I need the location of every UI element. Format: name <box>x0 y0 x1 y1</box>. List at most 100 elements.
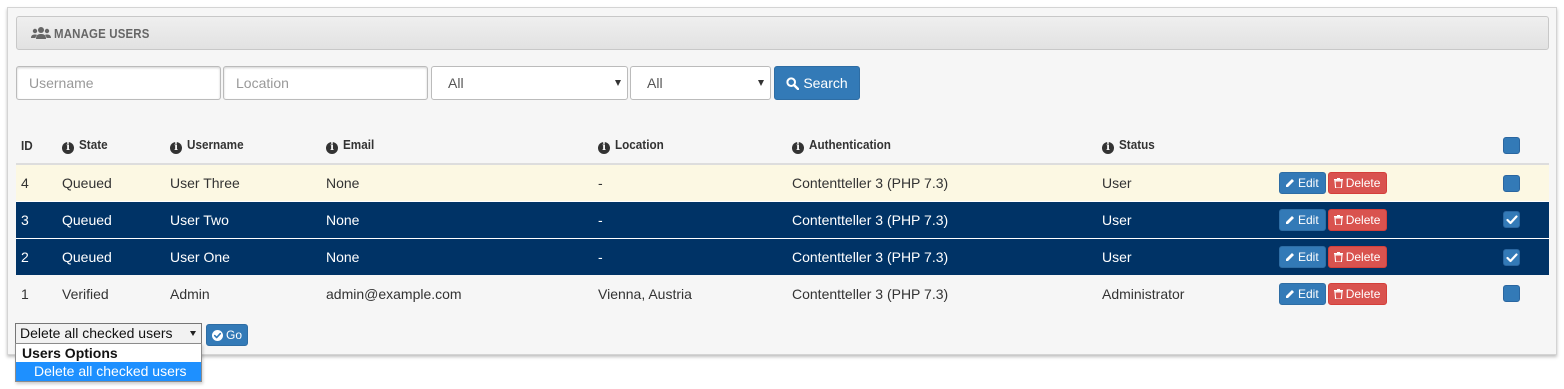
edit-button[interactable]: Edit <box>1279 208 1326 231</box>
delete-button[interactable]: Delete <box>1327 282 1388 305</box>
table-row[interactable]: 4 Queued User Three None - Contentteller… <box>16 164 1549 201</box>
table-row[interactable]: 1 Verified Admin admin@example.com Vienn… <box>16 275 1549 312</box>
table-row[interactable]: 2 Queued User One None - Contentteller 3… <box>16 237 1549 275</box>
cell-email: admin@example.com <box>321 275 593 312</box>
cell-location: - <box>593 237 787 275</box>
cell-location: - <box>593 164 787 201</box>
check-icon <box>1506 253 1518 262</box>
edit-button[interactable]: Edit <box>1279 282 1326 305</box>
info-icon: i <box>1102 141 1114 154</box>
bulk-action-dropdown: Users Options Delete all checked users <box>15 343 202 382</box>
column-header-status[interactable]: i Status <box>1097 127 1274 165</box>
cell-username: User Three <box>165 164 321 201</box>
edit-button[interactable]: Edit <box>1279 245 1326 268</box>
cell-actions: Edit Delete <box>1274 237 1498 275</box>
cell-select <box>1498 200 1549 238</box>
dropdown-option-delete[interactable]: Delete all checked users <box>16 362 201 381</box>
trash-icon <box>1333 251 1343 262</box>
delete-button[interactable]: Delete <box>1327 208 1388 231</box>
check-icon <box>1506 215 1518 225</box>
delete-button[interactable]: Delete <box>1327 171 1388 194</box>
go-button[interactable]: Go <box>206 324 248 346</box>
panel-heading: MANAGE USERS <box>16 16 1549 50</box>
location-input[interactable]: Location <box>223 66 428 100</box>
column-header-actions <box>1274 127 1498 165</box>
search-button[interactable]: Search <box>774 66 860 100</box>
users-table: ID i State i Username i Email i Location i Au… <box>16 127 1549 312</box>
cell-status: User <box>1097 164 1274 201</box>
dropdown-group-label: Users Options <box>22 345 118 361</box>
info-icon: i <box>326 141 338 154</box>
pencil-icon <box>1286 178 1294 187</box>
cell-email: None <box>321 164 593 201</box>
cell-select <box>1498 237 1549 275</box>
pencil-icon <box>1286 252 1294 261</box>
info-icon: i <box>170 141 182 154</box>
column-header-state[interactable]: i State <box>57 127 165 165</box>
delete-button[interactable]: Delete <box>1327 245 1388 268</box>
row-checkbox[interactable] <box>1503 285 1520 303</box>
select-all-checkbox[interactable] <box>1503 136 1520 154</box>
cell-username: Admin <box>165 275 321 312</box>
table-header-row: ID i State i Username i Email i Location i Au… <box>16 127 1549 165</box>
cell-actions: Edit Delete <box>1274 275 1498 312</box>
column-header-username[interactable]: i Username <box>165 127 321 165</box>
cell-state: Verified <box>57 275 165 312</box>
pencil-icon <box>1286 289 1294 298</box>
state-select-value: All <box>448 75 464 91</box>
go-button-label: Go <box>225 328 242 342</box>
chevron-down-icon <box>615 80 621 86</box>
cell-id: 1 <box>16 275 57 312</box>
check-circle-icon <box>211 329 223 341</box>
cell-username: User One <box>165 237 321 275</box>
users-icon <box>31 26 51 40</box>
column-header-location[interactable]: i Location <box>593 127 787 165</box>
cell-select <box>1498 275 1549 312</box>
cell-status: User <box>1097 200 1274 238</box>
state-select[interactable]: All <box>431 66 628 100</box>
cell-status: User <box>1097 237 1274 275</box>
row-checkbox[interactable] <box>1503 248 1520 266</box>
cell-actions: Edit Delete <box>1274 164 1498 201</box>
search-button-label: Search <box>803 75 848 91</box>
column-header-id: ID <box>16 127 57 165</box>
trash-icon <box>1333 177 1343 188</box>
bulk-action-select[interactable]: Delete all checked users <box>15 323 202 344</box>
cell-state: Queued <box>57 237 165 275</box>
cell-id: 3 <box>16 200 57 238</box>
column-header-select-all <box>1498 127 1549 165</box>
cell-authentication: Contentteller 3 (PHP 7.3) <box>787 200 1097 238</box>
cell-authentication: Contentteller 3 (PHP 7.3) <box>787 275 1097 312</box>
bulk-action-selected: Delete all checked users <box>20 325 173 341</box>
trash-icon <box>1333 288 1343 299</box>
cell-email: None <box>321 237 593 275</box>
username-input[interactable]: Username <box>16 66 221 100</box>
cell-location: Vienna, Austria <box>593 275 787 312</box>
cell-id: 2 <box>16 237 57 275</box>
chevron-down-icon <box>190 331 196 336</box>
row-checkbox[interactable] <box>1503 174 1520 192</box>
cell-status: Administrator <box>1097 275 1274 312</box>
cell-location: - <box>593 200 787 238</box>
cell-authentication: Contentteller 3 (PHP 7.3) <box>787 164 1097 201</box>
status-select[interactable]: All <box>630 66 771 100</box>
manage-users-panel: MANAGE USERS Username Location All All S… <box>7 7 1557 355</box>
trash-icon <box>1333 214 1343 225</box>
cell-authentication: Contentteller 3 (PHP 7.3) <box>787 237 1097 275</box>
column-header-email[interactable]: i Email <box>321 127 593 165</box>
cell-actions: Edit Delete <box>1274 200 1498 238</box>
info-icon: i <box>62 141 74 154</box>
chevron-down-icon <box>758 80 764 86</box>
search-icon <box>786 76 800 90</box>
cell-state: Queued <box>57 164 165 201</box>
status-select-value: All <box>647 75 663 91</box>
pencil-icon <box>1286 215 1294 224</box>
row-checkbox[interactable] <box>1503 211 1520 229</box>
info-icon: i <box>792 141 804 154</box>
edit-button[interactable]: Edit <box>1279 171 1326 194</box>
table-row[interactable]: 3 Queued User Two None - Contentteller 3… <box>16 200 1549 238</box>
cell-state: Queued <box>57 200 165 238</box>
column-header-authentication[interactable]: i Authentication <box>787 127 1097 165</box>
cell-select <box>1498 164 1549 201</box>
cell-id: 4 <box>16 164 57 201</box>
